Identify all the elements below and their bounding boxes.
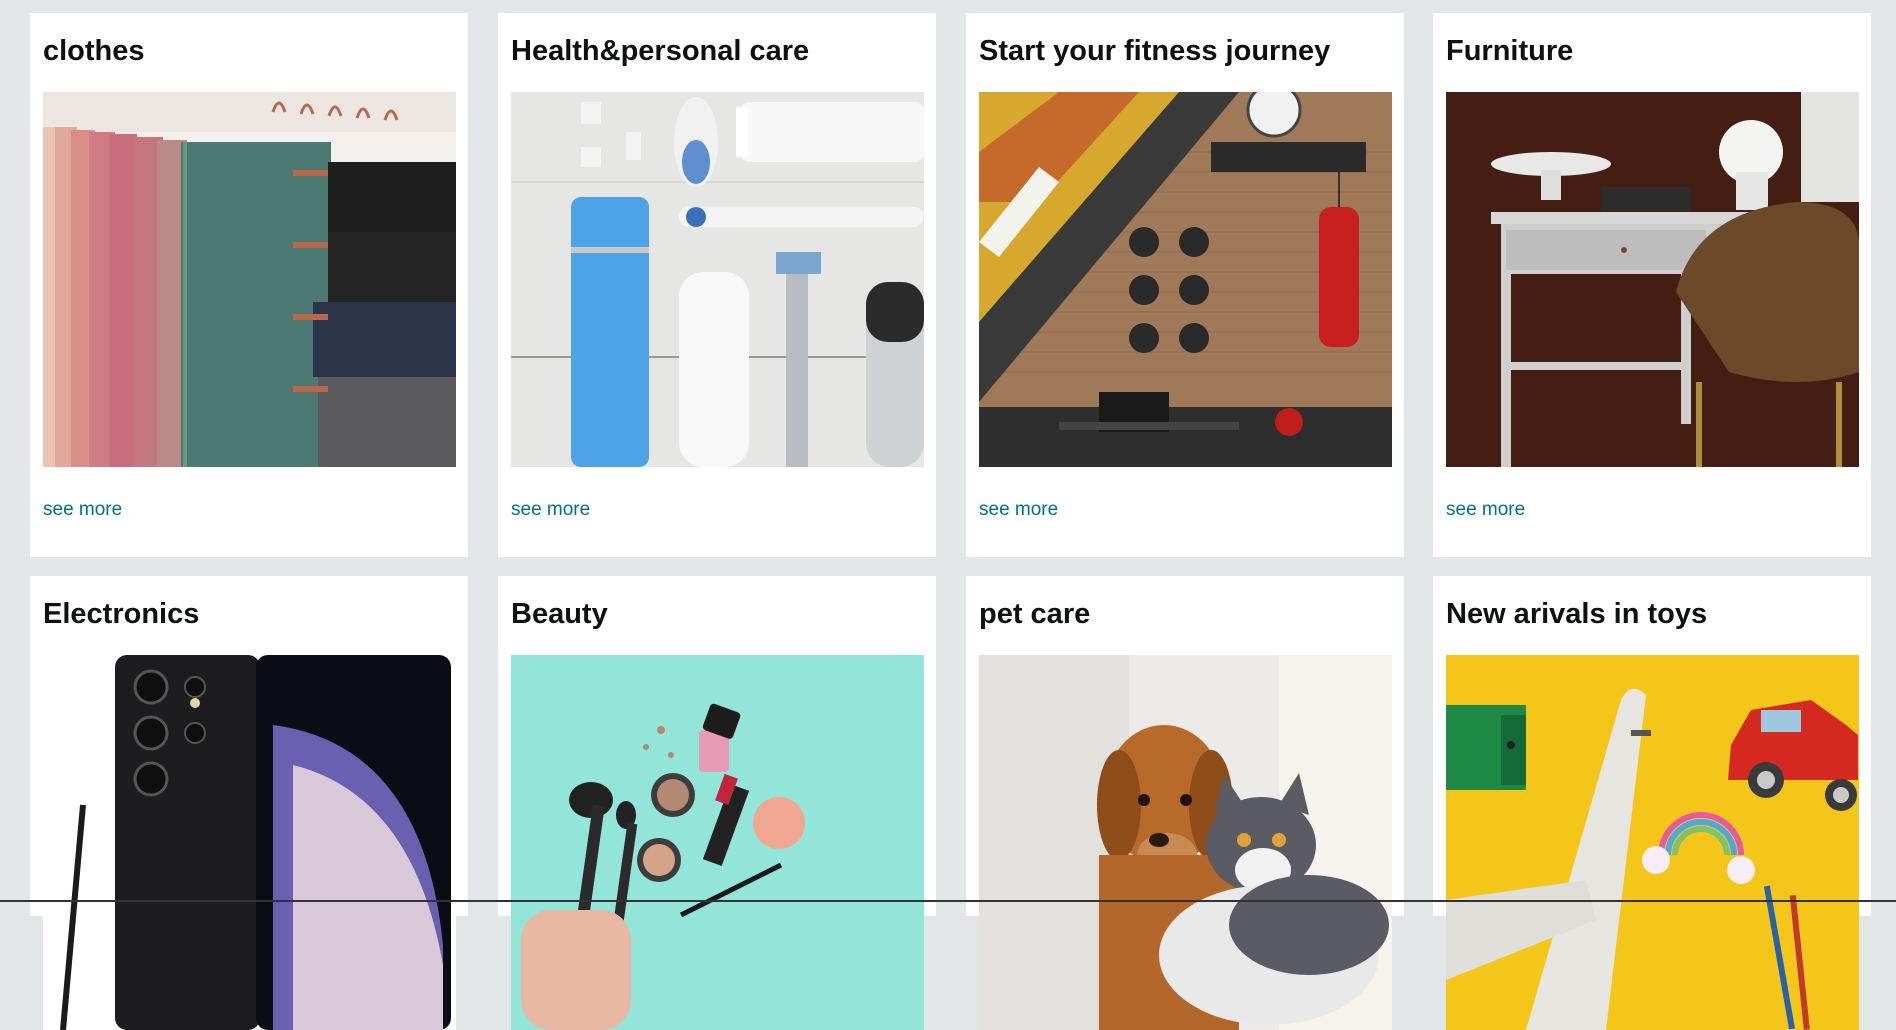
card-pet-care: pet care [966,576,1404,1030]
toy-airplane-car-image[interactable] [1446,655,1859,1030]
card-beauty: Beauty [498,576,936,1030]
card-health-personal-care: Health&personal care see more [498,13,936,557]
card-title: Furniture [1446,35,1574,67]
card-fitness: Start your fitness journey see more [966,13,1404,557]
dog-and-cat-image[interactable] [979,655,1392,1030]
card-title: Electronics [43,598,200,630]
see-more-link[interactable]: see more [43,499,122,521]
makeup-image[interactable] [511,655,924,1030]
see-more-link[interactable]: see more [1446,499,1525,521]
card-clothes: clothes see more [30,13,468,557]
fitness-gym-image[interactable] [979,92,1392,467]
card-title: New arivals in toys [1446,598,1708,630]
card-title: Start your fitness journey [979,35,1331,67]
card-title: clothes [43,35,145,67]
card-title: pet care [979,598,1091,630]
card-title: Beauty [511,598,608,630]
smartphone-image[interactable] [43,655,456,1030]
card-furniture: Furniture see more [1433,13,1871,557]
see-more-link[interactable]: see more [511,499,590,521]
furniture-desk-image[interactable] [1446,92,1859,467]
see-more-link[interactable]: see more [979,499,1058,521]
card-title: Health&personal care [511,35,810,67]
card-toys: New arivals in toys [1433,576,1871,1030]
clothes-image[interactable] [43,92,456,467]
health-personal-care-image[interactable] [511,92,924,467]
card-electronics: Electronics [30,576,468,1030]
